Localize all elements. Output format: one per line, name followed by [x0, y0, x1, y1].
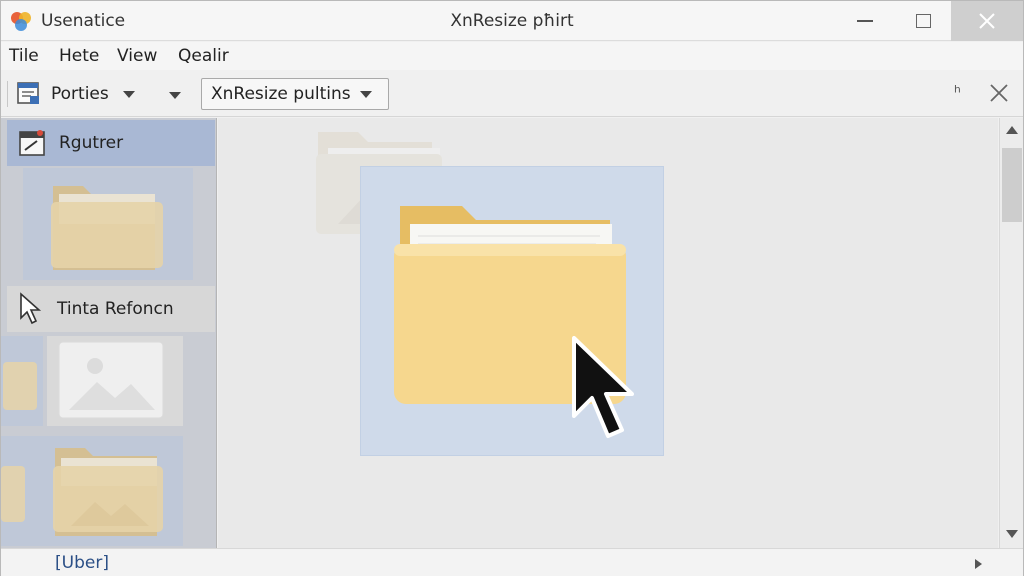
menu-file[interactable]: Tile: [9, 46, 39, 66]
chevron-down-icon[interactable]: [169, 92, 181, 99]
properties-label: Porties: [51, 84, 109, 104]
close-icon: [979, 13, 995, 29]
scroll-down-icon[interactable]: [1006, 530, 1018, 538]
scroll-thumb[interactable]: [1002, 148, 1022, 222]
minimize-icon: [857, 20, 873, 22]
folder-icon: [53, 448, 163, 536]
preset-select[interactable]: XnResize pultins: [201, 78, 389, 110]
vertical-scrollbar[interactable]: [999, 118, 1023, 548]
menu-edit[interactable]: Hete: [59, 46, 99, 66]
minimize-button[interactable]: [839, 1, 891, 41]
title-bar[interactable]: Usenatice XnResize pħirt: [1, 1, 1023, 41]
sidebar-item-reference[interactable]: Tinta Refoncn: [7, 286, 215, 332]
menu-help[interactable]: Qealir: [178, 46, 229, 66]
image-placeholder-icon: [58, 341, 164, 419]
chevron-down-icon[interactable]: [122, 90, 135, 98]
sidebar-item-label: Rgutrer: [59, 133, 124, 153]
properties-icon: [17, 82, 39, 104]
mouse-cursor-icon: [572, 336, 634, 438]
pointer-icon: [20, 292, 42, 325]
sidebar-item-register[interactable]: Rgutrer: [7, 120, 215, 166]
sidebar: Rgutrer Tinta Refoncn: [1, 118, 217, 548]
thumbnail-tile[interactable]: [1, 336, 43, 426]
thumbnail-tile[interactable]: [1, 436, 27, 546]
thumbnail-tile[interactable]: [23, 168, 193, 280]
hand-tool-icon[interactable]: ʰ: [954, 83, 961, 103]
preset-select-value: XnResize pultins: [211, 84, 351, 104]
status-bar: [Uber]: [1, 548, 1023, 576]
maximize-icon: [915, 14, 931, 28]
toolbar-separator: [7, 81, 8, 107]
menu-bar: Tile Hete View Qealir: [1, 42, 1023, 70]
folder-icon: [51, 186, 163, 270]
folder-icon: [3, 362, 37, 410]
chevron-down-icon: [360, 90, 372, 98]
folder-icon: [1, 466, 25, 522]
app-window: Usenatice XnResize pħirt Tile Hete View …: [0, 0, 1024, 576]
properties-button[interactable]: Porties: [15, 79, 135, 109]
sidebar-item-label: Tinta Refoncn: [57, 299, 174, 319]
chevron-right-icon[interactable]: [975, 559, 982, 569]
thumbnail-tile[interactable]: [47, 336, 183, 426]
toolbar: Porties XnResize pultins ʰ: [1, 71, 1023, 117]
thumbnail-tile[interactable]: [27, 436, 183, 546]
maximize-button[interactable]: [897, 1, 949, 41]
close-button[interactable]: [951, 1, 1023, 41]
scroll-up-icon[interactable]: [1006, 126, 1018, 134]
close-panel-icon[interactable]: [987, 81, 1011, 105]
calendar-edit-icon: [19, 130, 45, 156]
main-view[interactable]: [218, 118, 998, 548]
menu-view[interactable]: View: [117, 46, 157, 66]
status-text: [Uber]: [55, 553, 109, 573]
